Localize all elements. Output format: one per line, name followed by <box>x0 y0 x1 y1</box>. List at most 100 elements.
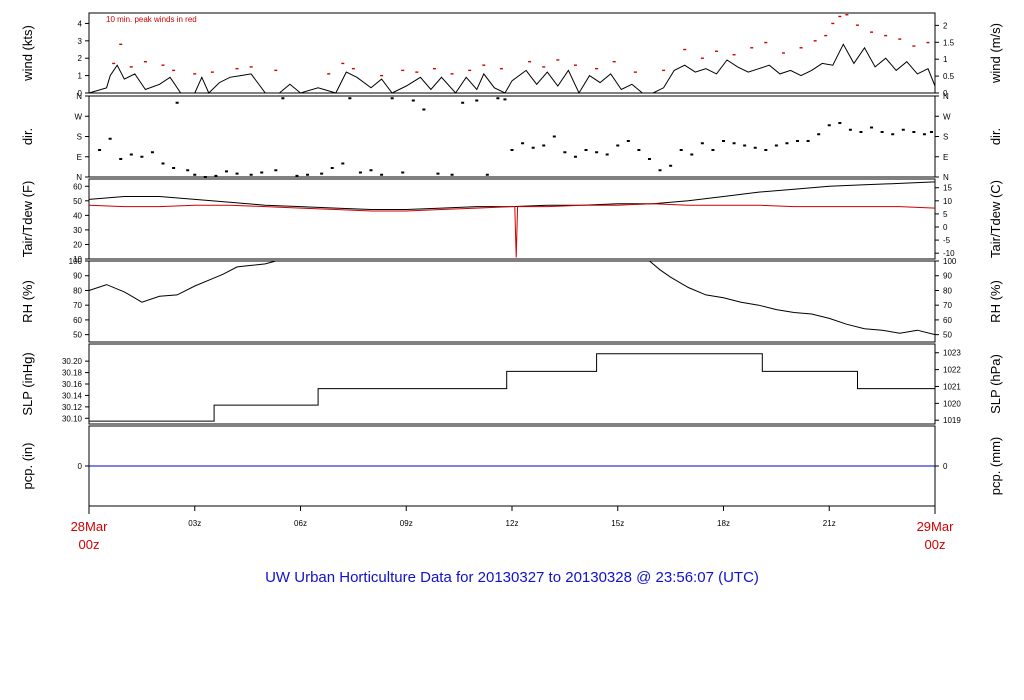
dir-dir-point <box>369 169 373 172</box>
wind-ytick-right-label: 1 <box>943 55 948 64</box>
dir-dir-point <box>503 98 507 101</box>
slp-ytick-label: 30.18 <box>62 369 83 378</box>
dir-dir-point <box>475 99 479 102</box>
dir-dir-point <box>150 151 154 154</box>
start-time-label: 00z <box>79 537 100 552</box>
rh-ytick-label: 70 <box>73 301 82 310</box>
dir-dir-point <box>260 171 264 174</box>
wind-peak-marker <box>542 66 546 68</box>
slp-ytick-right-label: 1022 <box>943 366 961 375</box>
dir-dir-point <box>203 176 207 178</box>
temp-ytick-label: 60 <box>73 182 82 191</box>
dir-dir-point <box>870 126 874 129</box>
dir-dir-point <box>722 140 725 142</box>
dir-dir-point <box>929 131 933 133</box>
xtick-label: 09z <box>400 519 413 528</box>
dir-dir-point <box>401 171 405 174</box>
temp-ytick-label: 50 <box>73 197 82 206</box>
slp-ytick-label: 30.14 <box>62 391 83 400</box>
wind-peak-marker <box>573 64 577 66</box>
wind-peak-marker <box>700 57 704 59</box>
slp-ytick-right-label: 1019 <box>943 416 961 425</box>
dir-dir-point <box>411 99 415 102</box>
dir-ytick-right-label: W <box>943 112 951 121</box>
temp-frame <box>88 178 936 260</box>
temp-ytick-right-label: 15 <box>943 184 952 193</box>
wind-peak-marker <box>838 15 842 18</box>
rh-ytick-right-label: 70 <box>943 301 952 310</box>
rh-ytick-right-label: 100 <box>943 257 957 266</box>
wind-peak-marker <box>193 73 197 75</box>
wind-ytick-label: 2 <box>78 54 83 63</box>
dir-dir-point <box>732 142 736 145</box>
dir-dir-point <box>485 173 489 176</box>
dir-ytick-right-label: N <box>943 92 949 101</box>
pcp-ytick-right-label: 0 <box>943 462 948 471</box>
rh-frame <box>88 260 936 343</box>
dir-dir-point <box>595 151 599 154</box>
wind-ylabel: wind (kts) <box>20 25 35 82</box>
end-date-label: 29Mar <box>917 519 955 534</box>
dir-dir-point <box>542 144 546 147</box>
dir-dir-point <box>172 167 176 169</box>
rh-ytick-label: 90 <box>73 272 82 281</box>
dir-dir-point <box>922 133 926 136</box>
rh-ytick-label: 60 <box>73 316 82 325</box>
wind-peak-marker <box>662 69 666 72</box>
wind-ytick-label: 4 <box>78 19 83 28</box>
dir-dir-point <box>880 131 884 133</box>
dir-dir-point <box>496 97 500 100</box>
dir-dir-point <box>193 173 197 176</box>
dir-dir-point <box>306 173 310 176</box>
start-date-label: 28Mar <box>71 519 109 534</box>
dir-dir-point <box>891 133 895 136</box>
dir-dir-point <box>563 151 567 154</box>
dir-dir-point <box>912 131 916 133</box>
dir-dir-point <box>330 167 334 169</box>
temp-ylabel: Tair/Tdew (F) <box>20 181 35 258</box>
dir-dir-point <box>140 155 144 158</box>
dir-dir-point <box>700 142 704 145</box>
pcp-ytick-label: 0 <box>78 462 83 471</box>
slp-ylabel: SLP (inHg) <box>20 352 35 415</box>
dir-dir-point <box>743 144 747 147</box>
xtick-label: 15z <box>611 519 624 528</box>
wind-series-0 <box>88 43 936 95</box>
pcp-ylabel: pcp. (in) <box>20 443 35 490</box>
dir-dir-point <box>626 140 630 142</box>
rh-ylabel: RH (%) <box>20 280 35 323</box>
wind-peak-marker <box>210 71 214 73</box>
slp-frame <box>88 343 936 425</box>
dir-dir-point <box>711 149 715 151</box>
wind-ytick-label: 1 <box>78 72 83 81</box>
dir-dir-point <box>806 140 810 142</box>
panel-temp: 102030405060-10-5051015Tair/Tdew (F) Tair… <box>20 178 1003 264</box>
end-time-label: 00z <box>925 537 946 552</box>
x-axis: 03z 06z 09z 12z 15z 18z 21z 28Mar 00z 29Mar 00z <box>71 506 955 552</box>
dir-dir-point <box>461 101 465 104</box>
wind-peak-marker <box>143 60 147 63</box>
dir-ytick-label: N <box>76 173 82 182</box>
xtick-label: 03z <box>188 519 201 528</box>
slp-ytick-right-label: 1021 <box>943 382 961 391</box>
panel-rh: 50 60 70 80 90 100 50 60 70 80 90 100 RH (%) RH (%) <box>20 257 1003 343</box>
wind-peak-marker <box>341 62 345 65</box>
dir-ytick-label: N <box>76 92 82 101</box>
wind-peak-marker <box>432 67 436 70</box>
dir-dir-point <box>390 97 394 100</box>
dir-dir-point <box>214 174 218 177</box>
wind-peak-marker <box>415 71 419 73</box>
wind-peak-marker <box>482 64 486 66</box>
wind-ytick-right-label: 1.5 <box>943 38 955 47</box>
dir-dir-point <box>161 162 165 165</box>
dir-dir-point <box>785 142 789 145</box>
wind-peak-marker <box>799 47 803 49</box>
wind-peak-marker <box>870 31 874 33</box>
dir-dir-point <box>249 173 253 176</box>
wind-peak-marker <box>595 67 599 70</box>
dir-dir-point <box>584 149 588 151</box>
dir-dir-point <box>450 173 454 176</box>
panel-slp: 30.10 30.12 30.14 30.16 30.18 30.20 1019 1020 10… <box>20 343 1003 425</box>
wind-note: 10 min. peak winds in red <box>106 15 197 24</box>
dir-ytick-label: S <box>77 133 82 142</box>
